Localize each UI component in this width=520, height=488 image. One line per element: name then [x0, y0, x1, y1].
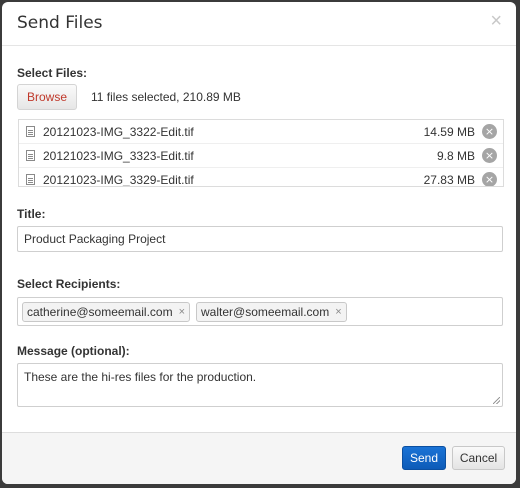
files-selected-summary: 11 files selected, 210.89 MB	[91, 90, 241, 104]
remove-file-icon[interactable]: ×	[482, 172, 497, 186]
browse-row: Browse 11 files selected, 210.89 MB	[17, 84, 241, 110]
recipient-tag: walter@someemail.com ×	[196, 301, 347, 322]
remove-file-icon[interactable]: ×	[482, 124, 497, 139]
remove-file-icon[interactable]: ×	[482, 148, 497, 163]
recipient-tag: catherine@someemail.com ×	[22, 301, 191, 322]
message-label: Message (optional):	[17, 344, 130, 358]
dialog-footer: Send Cancel	[2, 432, 516, 484]
file-size: 27.83 MB	[423, 172, 475, 187]
recipients-label: Select Recipients:	[17, 277, 121, 291]
remove-recipient-icon[interactable]: ×	[179, 306, 185, 318]
file-size: 9.8 MB	[436, 148, 475, 163]
select-files-label: Select Files:	[17, 66, 88, 80]
remove-recipient-icon[interactable]: ×	[335, 306, 341, 318]
send-button[interactable]: Send	[402, 446, 446, 470]
title-input[interactable]: Product Packaging Project	[17, 226, 503, 252]
file-list[interactable]: 20121023-IMG_3322-Edit.tif 14.59 MB × 20…	[18, 119, 504, 187]
dialog-title: Send Files	[17, 13, 103, 33]
dialog-header: Send Files ×	[2, 2, 516, 46]
file-row: 20121023-IMG_3322-Edit.tif 14.59 MB ×	[19, 120, 503, 144]
close-icon[interactable]: ×	[490, 11, 502, 31]
send-files-dialog: Send Files × Select Files: Browse 11 fil…	[2, 2, 516, 484]
file-icon	[26, 126, 35, 137]
browse-button[interactable]: Browse	[17, 84, 78, 110]
message-textarea[interactable]: These are the hi-res files for the produ…	[17, 363, 503, 407]
file-name: 20121023-IMG_3323-Edit.tif	[43, 148, 194, 163]
file-row: 20121023-IMG_3329-Edit.tif 27.83 MB ×	[19, 168, 503, 187]
file-name: 20121023-IMG_3329-Edit.tif	[43, 172, 194, 187]
cancel-button[interactable]: Cancel	[452, 446, 505, 470]
file-size: 14.59 MB	[423, 124, 475, 139]
title-label: Title:	[17, 207, 46, 221]
file-icon	[26, 150, 35, 161]
recipient-email: catherine@someemail.com	[27, 304, 173, 319]
file-row: 20121023-IMG_3323-Edit.tif 9.8 MB ×	[19, 144, 503, 168]
file-name: 20121023-IMG_3322-Edit.tif	[43, 124, 194, 139]
recipient-email: walter@someemail.com	[201, 304, 330, 319]
recipients-input[interactable]: catherine@someemail.com × walter@someema…	[17, 297, 503, 326]
file-icon	[26, 174, 35, 185]
